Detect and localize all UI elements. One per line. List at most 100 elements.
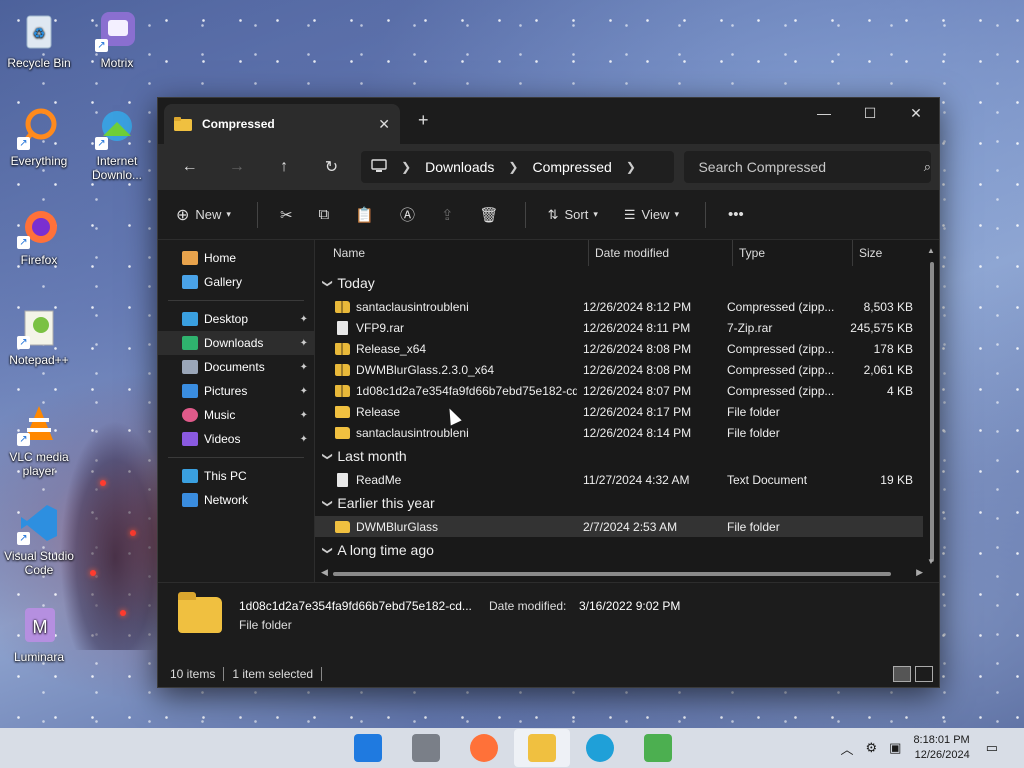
file-type: File folder — [727, 519, 780, 534]
scroll-down-icon[interactable]: ▼ — [927, 557, 935, 566]
vlc-icon: ↗ — [17, 402, 61, 446]
nav-item-desktop[interactable]: Desktop ✦ — [158, 307, 314, 331]
scroll-up-icon[interactable]: ▲ — [927, 246, 935, 255]
cut-button[interactable]: ✂ — [280, 206, 293, 224]
nav-item-videos[interactable]: Videos ✦ — [158, 427, 314, 451]
file-size: 2,061 KB — [863, 362, 913, 377]
paste-button[interactable]: 📋 — [355, 206, 374, 224]
nav-item-this-pc[interactable]: This PC — [158, 464, 314, 488]
breadcrumb-downloads[interactable]: Downloads — [425, 159, 494, 175]
pin-icon: ✦ — [299, 361, 308, 373]
chevron-right-icon[interactable]: ❯ — [508, 160, 518, 174]
monitor-icon[interactable] — [371, 158, 387, 176]
desktop-icon-firefox[interactable]: ↗ Firefox — [2, 205, 76, 267]
taskbar-start[interactable] — [340, 729, 396, 767]
close-tab-icon[interactable]: ✕ — [378, 116, 390, 133]
plus-circle-icon: ⊕ — [176, 206, 190, 224]
more-options-button[interactable]: ••• — [728, 206, 744, 223]
up-button[interactable]: ↑ — [261, 158, 308, 176]
rename-button[interactable]: Ⓐ — [400, 204, 415, 225]
scroll-right-icon[interactable]: ▶ — [916, 567, 923, 578]
group-header[interactable]: ❯ Last month — [315, 443, 939, 469]
share-icon: ⇪ — [440, 206, 454, 224]
scroll-thumb[interactable] — [930, 262, 934, 562]
file-row[interactable]: santaclausintroubleni 12/26/2024 8:12 PM C… — [315, 296, 939, 317]
column-date-modified[interactable]: Date modified — [589, 239, 733, 266]
delete-button[interactable]: 🗑 — [480, 206, 499, 224]
scroll-left-icon[interactable]: ◀ — [321, 567, 328, 578]
chevron-right-icon[interactable]: ❯ — [626, 160, 636, 174]
pin-icon: ✦ — [299, 337, 308, 349]
taskbar-edge[interactable] — [572, 729, 628, 767]
file-row[interactable]: ReadMe 11/27/2024 4:32 AM Text Document 19 … — [315, 469, 939, 490]
maximize-button[interactable]: ☐ — [847, 98, 893, 128]
breadcrumb-compressed[interactable]: Compressed — [532, 159, 611, 175]
nav-item-home[interactable]: Home — [158, 246, 314, 270]
desktop-icon-vscode[interactable]: ↗ Visual Studio Code — [2, 501, 76, 577]
sort-button[interactable]: ⇅ Sort ▾ — [548, 207, 598, 223]
nav-label: Music — [204, 408, 236, 422]
taskbar-file-explorer[interactable] — [514, 729, 570, 767]
file-row[interactable]: DWMBlurGlass.2.3.0_x64 12/26/2024 8:08 PM… — [315, 359, 939, 380]
file-row[interactable]: VFP9.rar 12/26/2024 8:11 PM 7-Zip.rar 245,5… — [315, 317, 939, 338]
desktop-icon-vlc[interactable]: ↗ VLC media player — [2, 402, 76, 478]
desktop-icon-label: Firefox — [20, 253, 58, 267]
nav-item-network[interactable]: Network — [158, 488, 314, 512]
view-button[interactable]: ☰ View ▾ — [624, 207, 679, 223]
new-tab-button[interactable]: + — [418, 110, 429, 131]
file-row[interactable]: 1d08c1d2a7e354fa9fd66b7ebd75e182-cde... 1… — [315, 380, 939, 401]
clock[interactable]: 8:18:01 PM 12/26/2024 — [913, 733, 969, 763]
desktop-icon-label: Motrix — [100, 56, 134, 70]
file-row[interactable]: santaclausintroubleni 12/26/2024 8:14 PM F… — [315, 422, 939, 443]
desktop-icon-everything[interactable]: ↗ Everything — [2, 106, 76, 168]
horizontal-scrollbar[interactable]: ◀ ▶ — [321, 567, 923, 578]
close-window-button[interactable]: ✕ — [893, 98, 939, 128]
chevron-down-icon: ▾ — [593, 209, 598, 219]
file-row[interactable]: Release_x64 12/26/2024 8:08 PM Compressed … — [315, 338, 939, 359]
forward-button[interactable]: → — [213, 158, 260, 176]
group-header[interactable]: ❯ A long time ago — [315, 537, 939, 563]
desktop-icon-luminara[interactable]: M Luminara — [2, 602, 76, 664]
start-icon — [354, 734, 382, 762]
taskbar-app[interactable] — [630, 729, 686, 767]
chevron-right-icon[interactable]: ❯ — [401, 160, 411, 174]
new-button[interactable]: ⊕ New ▾ — [176, 205, 231, 225]
tiles-view-icon[interactable] — [915, 666, 933, 682]
desktop-icon-motrix[interactable]: ↗ Motrix — [80, 8, 154, 70]
desktop-icon-recycle-bin[interactable]: ♻ Recycle Bin — [2, 8, 76, 70]
breadcrumb[interactable]: ❯ Downloads ❯ Compressed ❯ — [361, 151, 675, 183]
search-input[interactable]: Search Compressed ⌕ — [684, 151, 932, 183]
details-view-icon[interactable] — [893, 666, 911, 682]
vertical-scrollbar[interactable]: ▲ ▼ — [927, 246, 935, 566]
desktop-icon-label: Recycle Bin — [7, 56, 71, 70]
share-button[interactable]: ⇪ — [441, 206, 454, 224]
group-header[interactable]: ❯ Today — [315, 270, 939, 296]
taskbar-task-view[interactable] — [398, 729, 454, 767]
file-name: santaclausintroubleni — [356, 299, 469, 314]
tab-compressed[interactable]: Compressed ✕ — [164, 104, 400, 144]
desktop-icon-notepad-plus-plus[interactable]: ↗ Notepad++ — [2, 305, 76, 367]
column-type[interactable]: Type — [733, 239, 853, 266]
nav-item-documents[interactable]: Documents ✦ — [158, 355, 314, 379]
desktop-icon-internet-download-manager[interactable]: ↗ Internet Downlo... — [80, 106, 154, 182]
nav-item-music[interactable]: Music ✦ — [158, 403, 314, 427]
group-header[interactable]: ❯ Earlier this year — [315, 490, 939, 516]
minimize-button[interactable]: — — [801, 98, 847, 128]
refresh-button[interactable]: ↻ — [308, 157, 355, 177]
back-button[interactable]: ← — [166, 158, 213, 176]
nav-item-pictures[interactable]: Pictures ✦ — [158, 379, 314, 403]
column-name[interactable]: Name — [315, 239, 589, 266]
network-status-icon[interactable]: ⚙ — [865, 740, 877, 756]
file-row[interactable]: Release 12/26/2024 8:17 PM File folder — [315, 401, 939, 422]
notifications-icon[interactable]: ▭ — [986, 740, 998, 756]
nav-item-downloads[interactable]: Downloads ✦ — [158, 331, 314, 355]
scroll-thumb[interactable] — [333, 572, 891, 576]
column-size[interactable]: Size — [853, 240, 923, 266]
display-icon[interactable]: ▣ — [889, 740, 901, 756]
pin-icon: ✦ — [299, 433, 308, 445]
chevron-up-icon[interactable]: ︿ — [840, 739, 853, 758]
nav-item-gallery[interactable]: Gallery — [158, 270, 314, 294]
copy-button[interactable]: ⧉ — [319, 206, 330, 223]
taskbar-firefox[interactable] — [456, 729, 512, 767]
file-row[interactable]: DWMBlurGlass 2/7/2024 2:53 AM File folder — [315, 516, 923, 537]
